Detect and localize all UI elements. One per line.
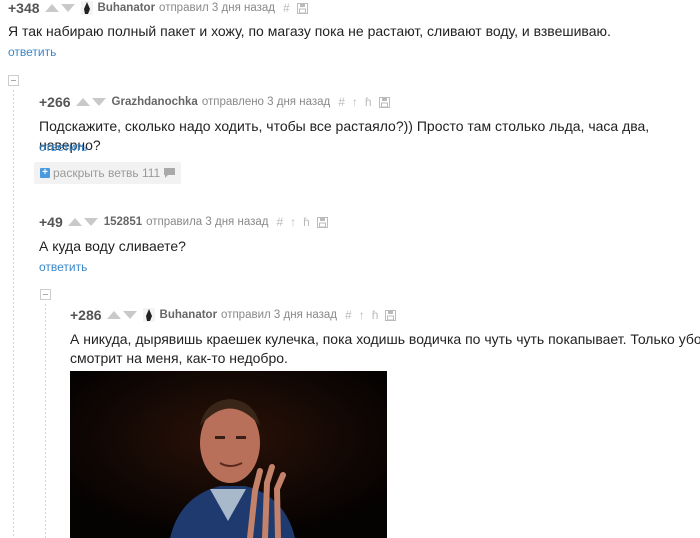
save-icon[interactable] [378, 96, 390, 108]
comment-tools: # ↑ ɦ [276, 215, 334, 229]
parent-comment-icon[interactable]: ↑ [290, 215, 296, 229]
vote-buttons [106, 311, 137, 319]
comment-author[interactable]: Grazhdanochka [112, 96, 198, 108]
vote-buttons [44, 4, 75, 12]
hash-icon[interactable]: # [276, 215, 283, 229]
comment-meta: отправил 3 дня назад [159, 2, 275, 14]
upvote-icon[interactable] [75, 98, 90, 106]
plus-icon: + [40, 168, 50, 178]
comment-meta: отправлено 3 дня назад [201, 96, 331, 108]
upvote-icon[interactable] [67, 218, 82, 226]
reply-link[interactable]: ответить [39, 140, 87, 154]
branch-icon[interactable]: ɦ [365, 95, 372, 109]
save-icon[interactable] [385, 309, 397, 321]
thread-line[interactable] [13, 90, 14, 538]
comment-author[interactable]: Buhanator [160, 309, 218, 321]
comment-rating: +348 [8, 0, 40, 16]
parent-comment-icon[interactable]: ↑ [352, 95, 358, 109]
hash-icon[interactable]: # [345, 308, 352, 322]
comment-text: Подскажите, сколько надо ходить, чтобы в… [39, 118, 650, 153]
avatar[interactable] [80, 1, 93, 15]
downvote-icon[interactable] [122, 311, 137, 319]
comment-rating: +286 [70, 307, 102, 323]
thread-line[interactable] [45, 304, 46, 538]
comment-text: смотрит на меня, как-то недобро. [70, 350, 288, 366]
vote-buttons [75, 98, 106, 106]
hash-icon[interactable]: # [338, 95, 345, 109]
comment-meta: отправил 3 дня назад [221, 309, 337, 321]
vote-buttons [67, 218, 98, 226]
parent-comment-icon[interactable]: ↑ [359, 308, 365, 322]
avatar[interactable] [142, 308, 155, 322]
expand-branch-label: раскрыть ветвь 111 [53, 166, 161, 180]
save-icon[interactable] [296, 2, 308, 14]
collapse-toggle[interactable] [8, 75, 19, 86]
comment-text: А никуда, дырявишь краешек кулечка, пока… [70, 331, 700, 347]
attached-image[interactable] [70, 371, 387, 538]
comment-icon [164, 168, 176, 178]
comment-tools: # ↑ ɦ [345, 308, 403, 322]
comment-text: А куда воду сливаете? [39, 238, 186, 254]
downvote-icon[interactable] [60, 4, 75, 12]
comment-meta: отправила 3 дня назад [146, 216, 269, 228]
comment-author[interactable]: 152851 [104, 216, 142, 228]
comment-header: +348 Buhanator отправил 3 дня назад # [8, 0, 315, 16]
comment-text: Я так набираю полный пакет и хожу, по ма… [8, 23, 611, 39]
comment-rating: +266 [39, 94, 71, 110]
upvote-icon[interactable] [106, 311, 121, 319]
downvote-icon[interactable] [91, 98, 106, 106]
comment-header: +266 Grazhdanochka отправлено 3 дня наза… [39, 94, 397, 110]
comment-header: +49 152851 отправила 3 дня назад # ↑ ɦ [39, 214, 335, 230]
comment-header: +286 Buhanator отправил 3 дня назад # ↑ … [70, 307, 403, 323]
reply-link[interactable]: ответить [8, 45, 56, 59]
expand-branch-button[interactable]: + раскрыть ветвь 111 [34, 162, 182, 184]
reply-link[interactable]: ответить [39, 260, 87, 274]
branch-icon[interactable]: ɦ [372, 308, 379, 322]
hash-icon[interactable]: # [283, 1, 290, 15]
upvote-icon[interactable] [44, 4, 59, 12]
collapse-toggle[interactable] [40, 289, 51, 300]
comment-tools: # ↑ ɦ [338, 95, 396, 109]
comment-rating: +49 [39, 214, 63, 230]
downvote-icon[interactable] [83, 218, 98, 226]
save-icon[interactable] [316, 216, 328, 228]
comment-tools: # [283, 1, 315, 15]
branch-icon[interactable]: ɦ [303, 215, 310, 229]
comment-author[interactable]: Buhanator [98, 2, 156, 14]
